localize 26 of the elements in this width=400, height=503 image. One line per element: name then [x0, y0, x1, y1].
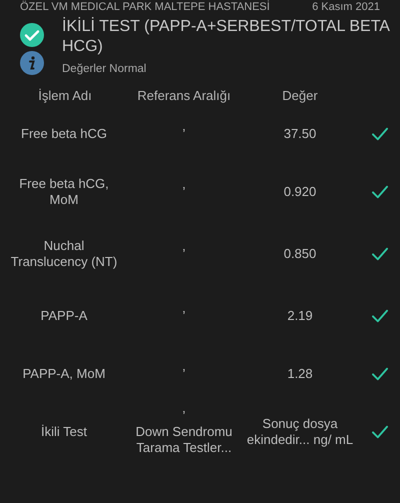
- test-name: PAPP-A, MoM: [22, 366, 106, 382]
- test-name: Nuchal Translucency (NT): [10, 238, 118, 270]
- test-value: 0.850: [282, 246, 318, 262]
- test-value: 0.920: [282, 184, 318, 200]
- reference-range: ’: [182, 308, 186, 324]
- report-date: 6 Kasım 2021: [312, 1, 380, 14]
- reference-range: ’: [182, 366, 186, 382]
- test-value: Sonuç dosya ekindedir... ng/ mL: [246, 416, 354, 448]
- summary-text: Değerler Normal: [62, 63, 148, 75]
- test-name: İkili Test: [40, 424, 88, 440]
- reference-range: ’: [182, 126, 186, 142]
- test-name: Free beta hCG, MoM: [18, 176, 110, 208]
- test-title: İKİLİ TEST (PAPP-A+SERBEST/TOTAL BETA HCG): [62, 17, 391, 57]
- hospital-name: ÖZEL VM MEDICAL PARK MALTEPE HASTANESİ: [20, 1, 270, 14]
- reference-range: ’: [182, 184, 186, 200]
- test-name: PAPP-A: [40, 308, 88, 324]
- info-icon[interactable]: [20, 51, 44, 75]
- test-value: 37.50: [282, 126, 318, 142]
- column-header: Değer: [281, 88, 319, 104]
- test-value: 1.28: [286, 366, 314, 382]
- reference-range: ’ Down Sendromu Tarama Testler...: [134, 408, 234, 456]
- test-value: 2.19: [286, 308, 314, 324]
- reference-range: ’: [182, 246, 186, 262]
- column-header: İşlem Adı: [37, 88, 93, 104]
- column-header: Referans Aralığı: [136, 88, 232, 104]
- test-name: Free beta hCG: [20, 126, 108, 142]
